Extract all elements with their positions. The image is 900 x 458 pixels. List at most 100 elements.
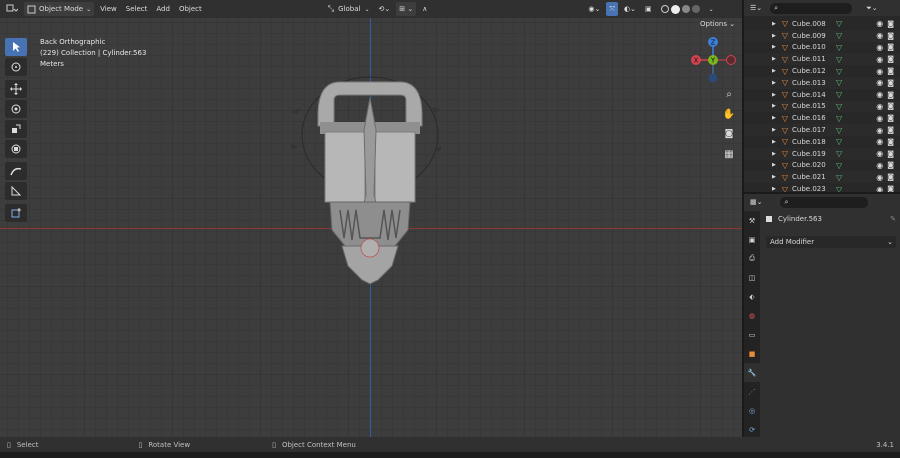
outliner-item[interactable]: ▶ ▽ Cube.014 ▽ ◉ ◙ [744,89,900,101]
outliner-item[interactable]: ▶ ▽ Cube.015 ▽ ◉ ◙ [744,100,900,113]
zoom-button[interactable]: ⌕ [721,86,737,102]
proportional-edit-toggle[interactable]: ∧ [419,2,430,16]
camera-icon[interactable]: ◙ [887,67,894,75]
properties-search-input[interactable]: ⌕ [780,196,869,208]
camera-view-button[interactable]: ◙ [721,126,737,142]
transform-tool[interactable] [5,140,27,158]
model-mesh[interactable] [270,70,470,290]
outliner-item[interactable]: ▶ ▽ Cube.021 ▽ ◉ ◙ [744,171,900,184]
outliner-item[interactable]: ▶ ▽ Cube.011 ▽ ◉ ◙ [744,53,900,66]
editor-type-button[interactable] [3,2,21,16]
expand-arrow-icon[interactable]: ▶ [772,127,776,133]
select-box-tool[interactable] [5,38,27,56]
eye-icon[interactable]: ◉ [876,173,883,182]
outliner-item[interactable]: ▶ ▽ Cube.019 ▽ ◉ ◙ [744,147,900,160]
eye-icon[interactable]: ◉ [876,55,883,64]
add-cube-tool[interactable] [5,204,27,222]
tab-view-layer[interactable]: ◫ [744,268,760,287]
scale-tool[interactable] [5,120,27,138]
overlays-toggle[interactable]: ◐⌄ [621,2,639,16]
eye-icon[interactable]: ◉ [876,137,883,146]
camera-icon[interactable]: ◙ [887,150,894,158]
expand-arrow-icon[interactable]: ▶ [772,44,776,50]
visibility-dropdown[interactable]: ◉⌄ [585,2,603,16]
camera-icon[interactable]: ◙ [887,126,894,134]
material-shading-icon[interactable] [681,5,690,13]
camera-icon[interactable]: ◙ [887,173,894,181]
xray-toggle[interactable]: ▣ [642,2,655,16]
outliner-item[interactable]: ▶ ▽ Cube.008 ▽ ◉ ◙ [744,18,900,30]
outliner-search-input[interactable]: ⌕ [770,2,853,14]
tab-scene[interactable]: ⬖ [744,287,760,306]
expand-arrow-icon[interactable]: ▶ [772,68,776,74]
move-tool[interactable] [5,80,27,98]
camera-icon[interactable]: ◙ [887,102,894,110]
shading-modes[interactable] [658,2,703,16]
tab-output[interactable]: ⎙ [744,249,760,268]
rendered-shading-icon[interactable] [691,5,700,13]
tab-particles[interactable]: ⋰ [744,382,760,401]
eye-icon[interactable]: ◉ [876,67,883,76]
pan-button[interactable]: ✋ [721,106,737,122]
expand-arrow-icon[interactable]: ▶ [772,174,776,180]
camera-icon[interactable]: ◙ [887,20,894,28]
tab-tool[interactable]: ⚒ [744,211,760,230]
outliner-item[interactable]: ▶ ▽ Cube.010 ▽ ◉ ◙ [744,42,900,54]
mode-dropdown[interactable]: Object Mode ⌄ [24,2,95,16]
expand-arrow-icon[interactable]: ▶ [772,103,776,109]
expand-arrow-icon[interactable]: ▶ [772,162,776,168]
menu-select[interactable]: Select [123,2,151,16]
menu-object[interactable]: Object [176,2,205,16]
camera-icon[interactable]: ◙ [887,32,894,40]
eye-icon[interactable]: ◉ [876,31,883,40]
eye-icon[interactable]: ◉ [876,90,883,99]
camera-icon[interactable]: ◙ [887,161,894,169]
camera-icon[interactable]: ◙ [887,91,894,99]
orientation-dropdown[interactable]: ⤡ Global ⌄ [325,2,373,16]
eye-icon[interactable]: ◉ [876,102,883,111]
shading-dropdown[interactable]: ⌄ [706,2,717,16]
tab-modifiers[interactable]: 🔧 [744,363,760,382]
expand-arrow-icon[interactable]: ▶ [772,21,776,27]
options-dropdown[interactable]: Options ⌄ [700,20,735,28]
measure-tool[interactable] [5,182,27,200]
snap-toggle[interactable]: ⊞ ⌄ [396,2,417,16]
outliner-item[interactable]: ▶ ▽ Cube.018 ▽ ◉ ◙ [744,136,900,148]
expand-arrow-icon[interactable]: ▶ [772,115,776,121]
camera-icon[interactable]: ◙ [887,43,894,51]
eye-icon[interactable]: ◉ [876,114,883,123]
outliner-item[interactable]: ▶ ▽ Cube.020 ▽ ◉ ◙ [744,160,900,172]
expand-arrow-icon[interactable]: ▶ [772,151,776,157]
camera-icon[interactable]: ◙ [887,55,894,63]
outliner-item[interactable]: ▶ ▽ Cube.009 ▽ ◉ ◙ [744,29,900,42]
camera-icon[interactable]: ◙ [887,79,894,87]
tab-object[interactable]: ■ [744,344,760,363]
wireframe-shading-icon[interactable] [660,5,669,13]
expand-arrow-icon[interactable]: ▶ [772,56,776,62]
editor-type-icon[interactable]: ▦⌄ [750,198,762,206]
outliner-item[interactable]: ▶ ▽ Cube.016 ▽ ◉ ◙ [744,112,900,124]
rotate-tool[interactable] [5,100,27,118]
filter-icon[interactable]: ⏷⌄ [866,4,877,13]
pivot-dropdown[interactable]: ⟲⌄ [376,2,394,16]
tab-physics[interactable]: ◎ [744,401,760,420]
eye-icon[interactable]: ◉ [876,161,883,170]
outliner-item[interactable]: ▶ ▽ Cube.017 ▽ ◉ ◙ [744,124,900,136]
expand-arrow-icon[interactable]: ▶ [772,139,776,145]
pin-icon[interactable]: ✎ [890,215,896,223]
eye-icon[interactable]: ◉ [876,126,883,135]
expand-arrow-icon[interactable]: ▶ [772,33,776,39]
ortho-toggle-button[interactable]: ▦ [721,146,737,162]
tab-render[interactable]: ▣ [744,230,760,249]
camera-icon[interactable]: ◙ [887,138,894,146]
outliner-item[interactable]: ▶ ▽ Cube.013 ▽ ◉ ◙ [744,77,900,89]
cursor-tool[interactable] [5,58,27,76]
editor-type-icon[interactable]: ☰⌄ [750,4,762,12]
eye-icon[interactable]: ◉ [876,43,883,52]
eye-icon[interactable]: ◉ [876,78,883,87]
tab-world[interactable]: ◍ [744,306,760,325]
annotate-tool[interactable] [5,162,27,180]
add-modifier-dropdown[interactable]: Add Modifier ⌄ [766,236,896,248]
menu-view[interactable]: View [97,2,120,16]
gizmo-toggle[interactable]: ⤧ [606,2,618,16]
